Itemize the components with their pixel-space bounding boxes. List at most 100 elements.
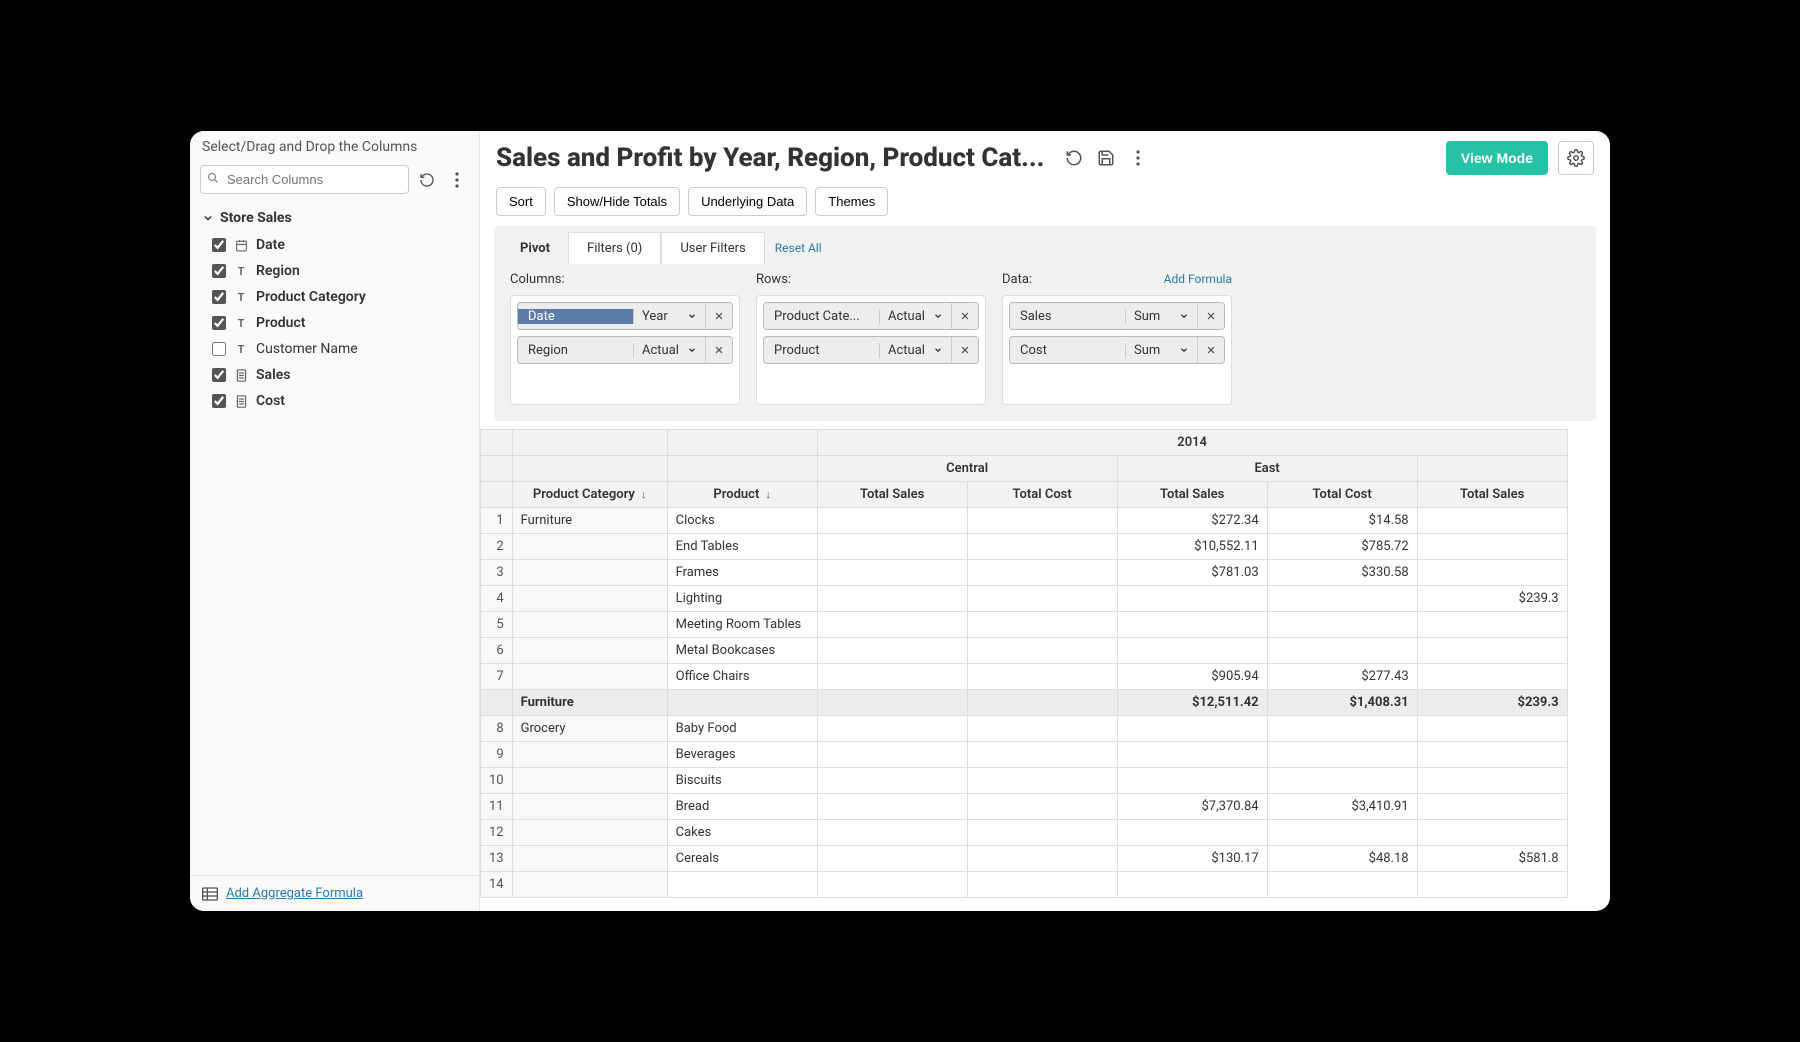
tab-user-filters[interactable]: User Filters [661, 232, 764, 264]
metric-header[interactable]: Total Sales [1417, 482, 1567, 508]
pill-option-select[interactable]: Sum [1125, 309, 1197, 324]
column-tree: Store Sales DateTRegionTProduct Category… [190, 204, 479, 875]
table-row: 13Cereals$130.17$48.18$581.8 [481, 846, 1568, 872]
pivot-table-wrap[interactable]: 2014CentralEastProduct Category↓Product↓… [480, 429, 1610, 911]
value-cell: $48.18 [1267, 846, 1417, 872]
pill-option-select[interactable]: Actual [879, 309, 951, 324]
pill-option-select[interactable]: Actual [633, 343, 705, 358]
refresh-icon[interactable] [1062, 146, 1086, 170]
table-row: 10Biscuits [481, 768, 1568, 794]
field-pill[interactable]: Product Cate...Actual [763, 302, 979, 330]
table-row: 12Cakes [481, 820, 1568, 846]
column-checkbox[interactable] [212, 342, 226, 356]
year-header: 2014 [817, 430, 1567, 456]
pill-option-select[interactable]: Actual [879, 343, 951, 358]
data-label: Data: [1002, 272, 1032, 287]
value-cell [967, 820, 1117, 846]
tree-item[interactable]: Date [200, 232, 469, 258]
more-icon[interactable] [445, 168, 469, 192]
remove-pill-icon[interactable] [705, 303, 732, 329]
column-checkbox[interactable] [212, 368, 226, 382]
add-formula-link[interactable]: Add Formula [1164, 272, 1232, 287]
more-icon[interactable] [1126, 146, 1150, 170]
value-cell [1417, 742, 1567, 768]
metric-header[interactable]: Total Sales [817, 482, 967, 508]
data-drop-zone[interactable]: SalesSumCostSum [1002, 295, 1232, 405]
themes-button[interactable]: Themes [815, 187, 888, 216]
pill-option-select[interactable]: Sum [1125, 343, 1197, 358]
pill-label: Region [518, 343, 633, 358]
settings-button[interactable] [1558, 141, 1594, 175]
field-pill[interactable]: RegionActual [517, 336, 733, 364]
table-row: 8GroceryBaby Food [481, 716, 1568, 742]
value-cell [817, 664, 967, 690]
remove-pill-icon[interactable] [705, 337, 732, 363]
tree-group[interactable]: Store Sales [200, 204, 469, 232]
table-row: 5Meeting Room Tables [481, 612, 1568, 638]
columns-drop-zone[interactable]: DateYear RegionActual [510, 295, 740, 405]
refresh-icon[interactable] [415, 168, 439, 192]
view-mode-button[interactable]: View Mode [1446, 141, 1548, 175]
remove-pill-icon[interactable] [951, 337, 978, 363]
underlying-data-button[interactable]: Underlying Data [688, 187, 807, 216]
metric-header[interactable]: Total Cost [967, 482, 1117, 508]
product-cell: Biscuits [667, 768, 817, 794]
search-input[interactable] [200, 165, 409, 194]
tree-item[interactable]: TCustomer Name [200, 336, 469, 362]
remove-pill-icon[interactable] [1197, 303, 1224, 329]
tab-filters[interactable]: Filters (0) [568, 232, 661, 264]
type-icon [234, 369, 248, 382]
value-cell: $3,410.91 [1267, 794, 1417, 820]
field-pill[interactable]: SalesSum [1009, 302, 1225, 330]
tree-item[interactable]: TProduct [200, 310, 469, 336]
value-cell [967, 612, 1117, 638]
column-label: Product Category [256, 289, 366, 305]
pill-option-select[interactable]: Year [633, 309, 705, 324]
column-checkbox[interactable] [212, 394, 226, 408]
category-cell [512, 534, 667, 560]
subtotal-value: $239.3 [1417, 690, 1567, 716]
save-icon[interactable] [1094, 146, 1118, 170]
field-pill[interactable]: CostSum [1009, 336, 1225, 364]
column-label: Region [256, 263, 300, 279]
product-cell: Cakes [667, 820, 817, 846]
tree-item[interactable]: TRegion [200, 258, 469, 284]
col-header[interactable]: Product Category↓ [512, 482, 667, 508]
show-hide-totals-button[interactable]: Show/Hide Totals [554, 187, 680, 216]
subtotal-row: Furniture$12,511.42$1,408.31$239.3 [481, 690, 1568, 716]
tree-item[interactable]: TProduct Category [200, 284, 469, 310]
tab-pivot[interactable]: Pivot [502, 233, 568, 264]
gear-icon [1567, 149, 1585, 167]
metric-header[interactable]: Total Cost [1267, 482, 1417, 508]
metric-header[interactable]: Total Sales [1117, 482, 1267, 508]
field-pill[interactable]: ProductActual [763, 336, 979, 364]
category-cell: Grocery [512, 716, 667, 742]
value-cell: $330.58 [1267, 560, 1417, 586]
tree-item[interactable]: Cost [200, 388, 469, 414]
config-area: Pivot Filters (0) User Filters Reset All… [494, 226, 1596, 421]
remove-pill-icon[interactable] [951, 303, 978, 329]
table-row: 1FurnitureClocks$272.34$14.58 [481, 508, 1568, 534]
add-aggregate-formula-link[interactable]: Add Aggregate Formula [226, 886, 363, 901]
column-checkbox[interactable] [212, 316, 226, 330]
rows-drop-zone[interactable]: Product Cate...Actual ProductActual [756, 295, 986, 405]
column-checkbox[interactable] [212, 238, 226, 252]
value-cell [967, 508, 1117, 534]
reset-all-link[interactable]: Reset All [775, 241, 822, 255]
remove-pill-icon[interactable] [1197, 337, 1224, 363]
value-cell [1417, 508, 1567, 534]
col-header[interactable]: Product↓ [667, 482, 817, 508]
field-pill[interactable]: DateYear [517, 302, 733, 330]
tree-item[interactable]: Sales [200, 362, 469, 388]
sidebar: Select/Drag and Drop the Columns Store S… [190, 131, 480, 911]
value-cell [1417, 768, 1567, 794]
app-frame: Select/Drag and Drop the Columns Store S… [190, 131, 1610, 911]
sort-button[interactable]: Sort [496, 187, 546, 216]
value-cell [817, 534, 967, 560]
column-checkbox[interactable] [212, 264, 226, 278]
category-cell [512, 768, 667, 794]
value-cell: $781.03 [1117, 560, 1267, 586]
column-checkbox[interactable] [212, 290, 226, 304]
region-header [1417, 456, 1567, 482]
pill-label: Sales [1010, 309, 1125, 324]
